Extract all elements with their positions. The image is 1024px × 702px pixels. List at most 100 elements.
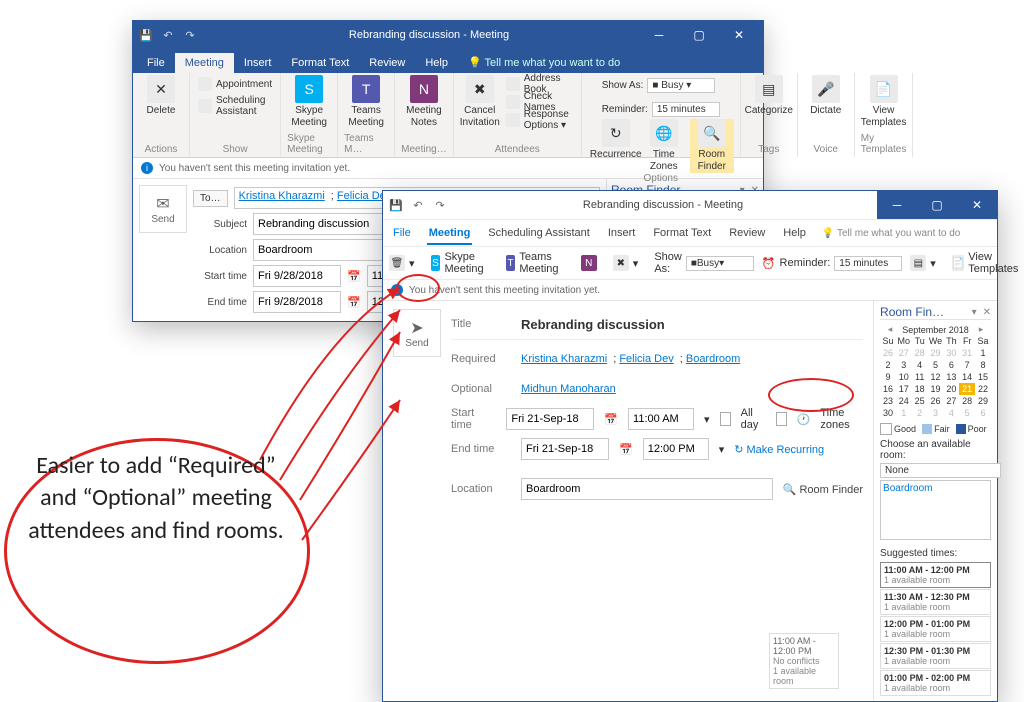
allday-checkbox[interactable] — [720, 412, 731, 426]
attendee[interactable]: Midhun Manoharan — [521, 383, 616, 395]
response-options-button[interactable]: Response Options ▾ — [504, 111, 575, 129]
timezones-button[interactable]: 🌐Time Zones — [642, 119, 686, 173]
attendee[interactable]: Boardroom — [686, 353, 740, 365]
rf-dropdown-icon[interactable]: ▾ — [972, 307, 977, 318]
minimize-button[interactable]: ─ — [877, 191, 917, 219]
dictate-button[interactable]: 🎤Dictate — [804, 75, 848, 117]
categorize-button[interactable]: ▤Categorize — [747, 75, 791, 117]
room-item: Boardroom — [883, 483, 932, 494]
onenote-button[interactable]: N — [581, 255, 597, 271]
reminder-label: Reminder: — [602, 104, 648, 115]
showas-select[interactable]: ■ Busy ▾ — [647, 78, 715, 93]
minimize-button[interactable]: ─ — [639, 21, 679, 49]
tab-insert[interactable]: Insert — [234, 53, 282, 73]
end-time[interactable] — [643, 438, 709, 460]
redo-icon[interactable]: ↷ — [181, 26, 199, 44]
tags-button[interactable]: ▤▾ — [910, 255, 936, 271]
suggested-time[interactable]: 12:30 PM - 01:30 PM1 available room — [880, 643, 991, 669]
suggested-time[interactable]: 11:00 AM - 12:00 PM1 available room — [880, 562, 991, 588]
location-label: Location — [451, 483, 511, 495]
title-field[interactable]: Rebranding discussion — [521, 317, 665, 332]
tab-file[interactable]: File — [137, 53, 175, 73]
tab-format[interactable]: Format Text — [651, 223, 713, 243]
appointment-button[interactable]: Appointment — [196, 75, 274, 93]
showas-label: Show As: — [602, 80, 644, 91]
cancel-invitation-button[interactable]: ✖Cancel Invitation — [460, 75, 500, 129]
showas-label: Show As: — [654, 251, 682, 275]
old-ribbon: ✕Delete Actions Appointment Scheduling A… — [133, 73, 763, 158]
teams-meeting-button[interactable]: TTeams Meeting — [344, 75, 388, 129]
meeting-notes-button[interactable]: NMeeting Notes — [402, 75, 446, 129]
room-finder-button[interactable]: 🔍 Room Finder — [783, 483, 863, 496]
save-icon[interactable]: 💾 — [137, 26, 155, 44]
maximize-button[interactable]: ▢ — [917, 191, 957, 219]
suggested-time[interactable]: 12:00 PM - 01:00 PM1 available room — [880, 616, 991, 642]
required-field[interactable]: Kristina Kharazmi; Felicia Dev; Boardroo… — [521, 353, 746, 365]
room-filter-select[interactable]: None — [880, 463, 1001, 478]
rf-close-icon[interactable]: ✕ — [983, 307, 991, 318]
delete-button[interactable]: 🗑▾ — [389, 255, 415, 271]
start-date[interactable] — [506, 408, 594, 430]
undo-icon[interactable]: ↶ — [409, 196, 427, 214]
view-templates-button[interactable]: 📄View Templates — [862, 75, 906, 129]
room-finder-button[interactable]: 🔍Room Finder — [690, 119, 734, 173]
send-button[interactable]: ✉Send — [139, 185, 187, 233]
to-button[interactable]: To… — [193, 190, 228, 207]
suggested-time[interactable]: 11:30 AM - 12:30 PM1 available room — [880, 589, 991, 615]
timezones-label: Time zones — [820, 407, 863, 431]
info-icon: i — [141, 162, 153, 174]
suggested-time[interactable]: 01:00 PM - 02:00 PM1 available room — [880, 670, 991, 696]
scheduling-assistant-button[interactable]: Scheduling Assistant — [196, 97, 274, 115]
tab-help[interactable]: Help — [415, 53, 458, 73]
end-date[interactable] — [253, 291, 341, 313]
tab-file[interactable]: File — [391, 223, 413, 243]
tab-scheduling[interactable]: Scheduling Assistant — [486, 223, 592, 243]
delete-button[interactable]: ✕Delete — [139, 75, 183, 117]
view-templates-button[interactable]: 📄View Templates — [952, 251, 1022, 275]
undo-icon[interactable]: ↶ — [159, 26, 177, 44]
new-mini-calendar[interactable]: ◂September 2018▸ SuMoTuWeThFrSa 26272829… — [880, 324, 991, 419]
skype-meeting-button[interactable]: SSkype Meeting — [431, 251, 490, 275]
end-date[interactable] — [521, 438, 609, 460]
start-time[interactable] — [628, 408, 694, 430]
tab-review[interactable]: Review — [359, 53, 415, 73]
maximize-button[interactable]: ▢ — [679, 21, 719, 49]
tab-meeting[interactable]: Meeting — [427, 223, 473, 245]
redo-icon[interactable]: ↷ — [431, 196, 449, 214]
location-field[interactable] — [521, 478, 773, 500]
teams-meeting-button[interactable]: TTeams Meeting — [506, 251, 565, 275]
save-icon[interactable]: 💾 — [387, 196, 405, 214]
recurrence-button[interactable]: ↻Recurrence — [594, 119, 638, 161]
tab-meeting[interactable]: Meeting — [175, 53, 234, 73]
showas-select[interactable]: ■Busy▾ — [686, 256, 754, 271]
tab-help[interactable]: Help — [781, 223, 808, 243]
calendar-icon[interactable]: 📅 — [347, 270, 361, 283]
skype-meeting-button[interactable]: SSkype Meeting — [287, 75, 331, 129]
start-date[interactable] — [253, 265, 341, 287]
attendee[interactable]: Felicia Dev — [619, 353, 673, 365]
new-titlebar: 💾 ↶ ↷ Rebranding discussion - Meeting ─ … — [383, 191, 997, 220]
tell-me[interactable]: 💡 Tell me what you want to do — [458, 52, 630, 73]
close-button[interactable]: ✕ — [719, 21, 759, 49]
calendar-icon[interactable]: 📅 — [604, 413, 618, 426]
available-rooms-list[interactable]: Boardroom — [880, 480, 991, 540]
make-recurring-link[interactable]: ↻ Make Recurring — [734, 443, 824, 456]
required-label: Required — [451, 353, 511, 365]
attendee[interactable]: Kristina Kharazmi — [521, 353, 607, 365]
tab-review[interactable]: Review — [727, 223, 767, 243]
new-ribbon: 🗑▾ SSkype Meeting TTeams Meeting N ✖▾ Sh… — [383, 247, 997, 280]
optional-field[interactable]: Midhun Manoharan — [521, 383, 622, 395]
tab-insert[interactable]: Insert — [606, 223, 638, 243]
attendee[interactable]: Kristina Kharazmi — [239, 190, 325, 202]
tell-me[interactable]: 💡 Tell me what you want to do — [822, 228, 960, 239]
subject-label: Subject — [193, 219, 247, 230]
close-button[interactable]: ✕ — [957, 191, 997, 219]
calendar-icon[interactable]: 📅 — [619, 443, 633, 456]
timezones-checkbox[interactable] — [776, 412, 787, 426]
reminder-select[interactable]: 15 minutes — [652, 102, 720, 117]
calendar-icon[interactable]: 📅 — [347, 296, 361, 309]
send-button[interactable]: ➤Send — [393, 309, 441, 357]
tab-format[interactable]: Format Text — [281, 53, 359, 73]
reminder-select[interactable]: 15 minutes — [834, 256, 902, 271]
cancel-invitation-button[interactable]: ✖▾ — [613, 255, 639, 271]
